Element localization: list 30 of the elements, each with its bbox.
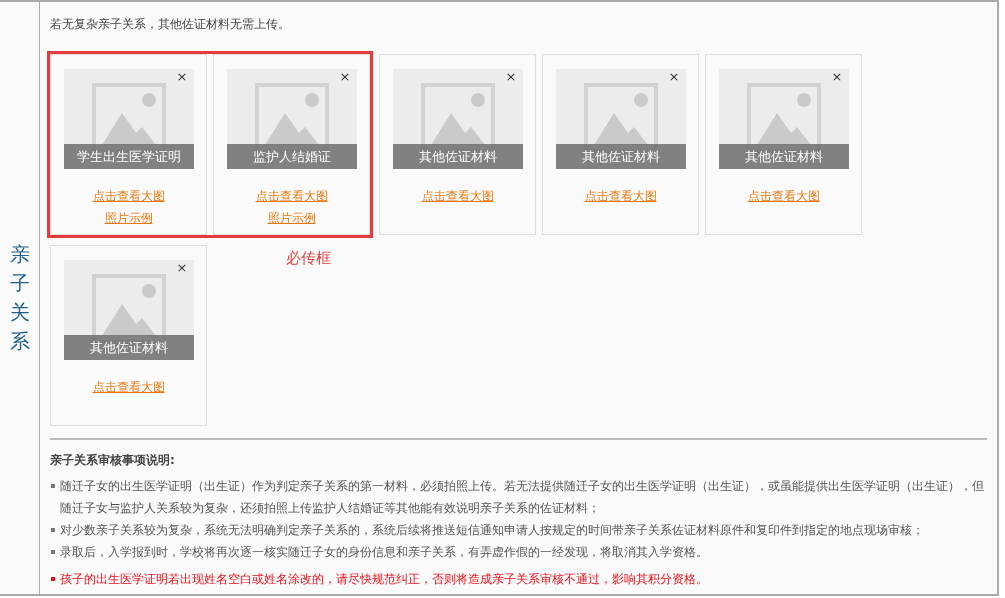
note-text: 对少数亲子关系较为复杂，系统无法明确判定亲子关系的，系统后续将推送短信通知申请人按规定的时间带亲子关系佐证材料原件和复印件到指定的地点现场审核；: [60, 522, 925, 539]
image-slot[interactable]: 监护人结婚证 ×: [226, 69, 357, 169]
notes-title: 亲子关系审核事项说明:: [50, 452, 176, 469]
bullet-icon: [51, 528, 55, 532]
warning-text: 孩子的出生医学证明若出现姓名空白或姓名涂改的，请尽快规范纠正，否则将造成亲子关系审核不通过，影响其积分资格。: [60, 571, 709, 588]
close-button[interactable]: ×: [176, 70, 188, 84]
image-caption: 其他佐证材料: [555, 144, 686, 169]
bullet-icon: [51, 550, 55, 554]
close-button[interactable]: ×: [505, 70, 517, 84]
bullet-icon: [51, 484, 55, 488]
image-slot[interactable]: 其他佐证材料 ×: [392, 69, 523, 169]
image-slot[interactable]: 其他佐证材料 ×: [63, 260, 194, 360]
required-frame-label: 必传框: [286, 249, 331, 268]
close-button[interactable]: ×: [831, 70, 843, 84]
image-slot[interactable]: 学生出生医学证明 ×: [63, 69, 194, 169]
close-button[interactable]: ×: [176, 261, 188, 275]
image-caption: 学生出生医学证明: [63, 144, 194, 169]
bullet-icon: [51, 577, 55, 581]
note-text: 录取后，入学报到时，学校将再次逐一核实随迁子女的身份信息和亲子关系，有弄虚作假的一经发现，将取消其入学资格。: [60, 544, 709, 561]
image-slot[interactable]: 其他佐证材料 ×: [718, 69, 849, 169]
close-button[interactable]: ×: [668, 70, 680, 84]
section-label: 亲子关系: [9, 241, 30, 355]
image-caption: 其他佐证材料: [63, 335, 194, 360]
instruction-text: 若无复杂亲子关系，其他佐证材料无需上传。: [50, 16, 291, 33]
image-caption: 监护人结婚证: [226, 144, 357, 169]
image-slot[interactable]: 其他佐证材料 ×: [555, 69, 686, 169]
note-text: 随迁子女的出生医学证明（出生证）作为判定亲子关系的第一材料，必须拍照上传。若无法提供随迁子女的出生医学证明（出生证），或虽能提供出生医学证明（出生证），但随迁子女与监护人关系较为复杂，还须拍照上传监护人结婚证等其他能有效说明亲子关系的佐证材料；: [60, 478, 985, 517]
image-caption: 其他佐证材料: [392, 144, 523, 169]
image-caption: 其他佐证材料: [718, 144, 849, 169]
close-button[interactable]: ×: [339, 70, 351, 84]
